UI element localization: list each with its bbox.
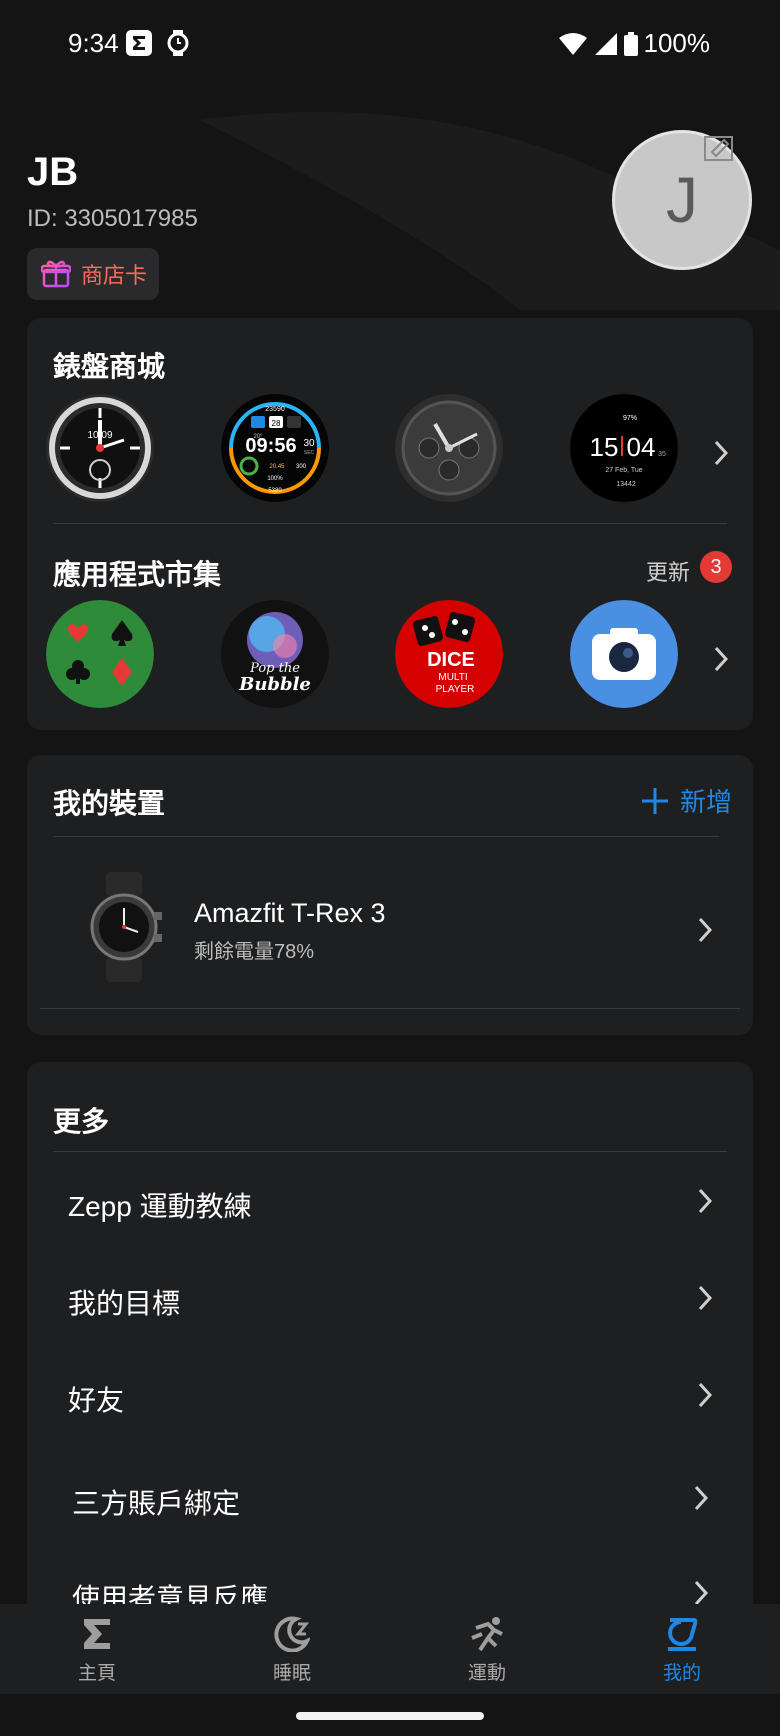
devices-title: 我的裝置 bbox=[53, 788, 166, 819]
battery-icon bbox=[623, 31, 638, 56]
face2-cal: 20.45 bbox=[269, 464, 285, 470]
store-card-label: 商店卡 bbox=[81, 263, 148, 288]
user-name: JB bbox=[27, 150, 79, 194]
chevron-right-icon[interactable] bbox=[697, 1381, 713, 1409]
menu-item-zepp-coach[interactable]: Zepp 運動教練 bbox=[68, 1185, 252, 1225]
app-market-title[interactable]: 應用程式市集 bbox=[53, 553, 221, 593]
nav-workout-label: 運動 bbox=[467, 1663, 506, 1684]
home-indicator[interactable] bbox=[296, 1712, 484, 1720]
bottom-navigation: 主頁 睡眠 運動 我的 bbox=[0, 1604, 780, 1694]
gift-icon bbox=[41, 260, 71, 288]
watchface-more-chevron-icon[interactable] bbox=[713, 439, 729, 467]
face4-minute: 04 bbox=[627, 432, 656, 462]
face4-date: 27 Feb, Tue bbox=[605, 467, 642, 474]
store-card-button[interactable]: 商店卡 bbox=[27, 248, 159, 300]
face2-pct: 100% bbox=[267, 476, 283, 482]
dice-line3: PLAYER bbox=[436, 684, 475, 695]
face2-time: 09:56 bbox=[245, 435, 296, 457]
nav-profile[interactable]: 我的 bbox=[622, 1604, 742, 1694]
chevron-right-icon[interactable] bbox=[697, 1284, 713, 1312]
dice-line2: MULTI bbox=[438, 672, 467, 683]
device-battery: 剩餘電量78% bbox=[194, 941, 315, 963]
face2-steps: 23590 bbox=[265, 406, 285, 413]
camera-app-icon[interactable] bbox=[570, 600, 678, 708]
pop-the-bubble-app-icon[interactable]: Pop the Bubble bbox=[221, 600, 329, 708]
plus-icon bbox=[642, 787, 668, 814]
menu-item-my-goals[interactable]: 我的目標 bbox=[68, 1282, 180, 1322]
nav-workout[interactable]: 運動 bbox=[427, 1604, 547, 1694]
cellular-signal-icon bbox=[594, 32, 617, 55]
watchface-store-title[interactable]: 錶盤商城 bbox=[53, 345, 165, 385]
face2-date: 28 bbox=[272, 419, 281, 428]
card-suits-app-icon[interactable] bbox=[46, 600, 154, 708]
user-id: ID: 3305017985 bbox=[27, 205, 198, 232]
add-device-button[interactable]: 新增 bbox=[640, 782, 732, 819]
dice-line1: DICE bbox=[427, 649, 475, 671]
app-market-more-chevron-icon[interactable] bbox=[713, 645, 729, 673]
nav-home-label: 主頁 bbox=[77, 1663, 116, 1684]
edit-profile-icon[interactable] bbox=[704, 134, 734, 162]
update-label[interactable]: 更新 bbox=[646, 555, 690, 587]
divider bbox=[53, 836, 719, 837]
add-device-label: 新增 bbox=[680, 787, 733, 817]
menu-item-third-party-accounts[interactable]: 三方賬戶綁定 bbox=[72, 1482, 240, 1522]
face2-kcal: 5380 bbox=[268, 488, 282, 494]
smartwatch-device-icon bbox=[90, 872, 162, 982]
more-card bbox=[27, 1062, 753, 1622]
divider bbox=[53, 1151, 727, 1152]
dice-app-icon[interactable]: DICE MULTI PLAYER bbox=[395, 600, 503, 708]
battery-percent: 100% bbox=[643, 28, 711, 58]
nav-sleep[interactable]: 睡眠 bbox=[232, 1604, 352, 1694]
profile-icon bbox=[668, 1618, 698, 1651]
face1-time: 10:09 bbox=[87, 430, 112, 441]
device-chevron-icon[interactable] bbox=[697, 916, 713, 944]
sigma-home-icon bbox=[84, 1619, 110, 1649]
zepp-notification-icon bbox=[126, 30, 152, 56]
face4-battery: 97% bbox=[623, 415, 637, 422]
runner-icon bbox=[471, 1617, 503, 1652]
divider bbox=[53, 523, 727, 524]
chevron-right-icon[interactable] bbox=[693, 1579, 709, 1607]
face2-seconds: 30 bbox=[303, 438, 315, 449]
nav-profile-label: 我的 bbox=[662, 1663, 701, 1684]
nav-sleep-label: 睡眠 bbox=[272, 1663, 311, 1684]
chronograph-watchface-icon[interactable] bbox=[395, 394, 503, 502]
face4-hour: 15 bbox=[590, 432, 619, 462]
watch-notification-icon bbox=[167, 30, 189, 56]
wifi-icon bbox=[558, 32, 587, 55]
more-title: 更多 bbox=[53, 1106, 110, 1137]
minimal-watchface-icon[interactable]: 97% 15 04 35 27 Feb, Tue 13442 bbox=[570, 394, 678, 502]
avatar-letter: J bbox=[666, 164, 698, 236]
digital-watchface-icon[interactable]: 23590 28 20° 09:56 30 SEC 20.45 300 100%… bbox=[221, 394, 329, 502]
chevron-right-icon[interactable] bbox=[697, 1187, 713, 1215]
chevron-right-icon[interactable] bbox=[693, 1484, 709, 1512]
analog-watchface-icon[interactable]: 10:09 bbox=[46, 394, 154, 502]
face2-sec-label: SEC bbox=[304, 450, 315, 456]
update-count-badge: 3 bbox=[700, 551, 732, 583]
status-time: 9:34 bbox=[68, 28, 119, 58]
device-name[interactable]: Amazfit T-Rex 3 bbox=[194, 898, 386, 929]
moon-sleep-icon bbox=[274, 1616, 310, 1652]
status-right: 100% bbox=[558, 28, 711, 59]
bubble-line2: Bubble bbox=[238, 674, 311, 695]
menu-item-friends[interactable]: 好友 bbox=[68, 1379, 124, 1419]
face4-steps: 13442 bbox=[616, 481, 636, 488]
face2-hr: 300 bbox=[296, 464, 307, 470]
divider bbox=[40, 1008, 740, 1009]
face4-seconds: 35 bbox=[658, 451, 666, 458]
nav-home[interactable]: 主頁 bbox=[37, 1604, 157, 1694]
status-bar: 9:34 100% bbox=[0, 0, 780, 90]
